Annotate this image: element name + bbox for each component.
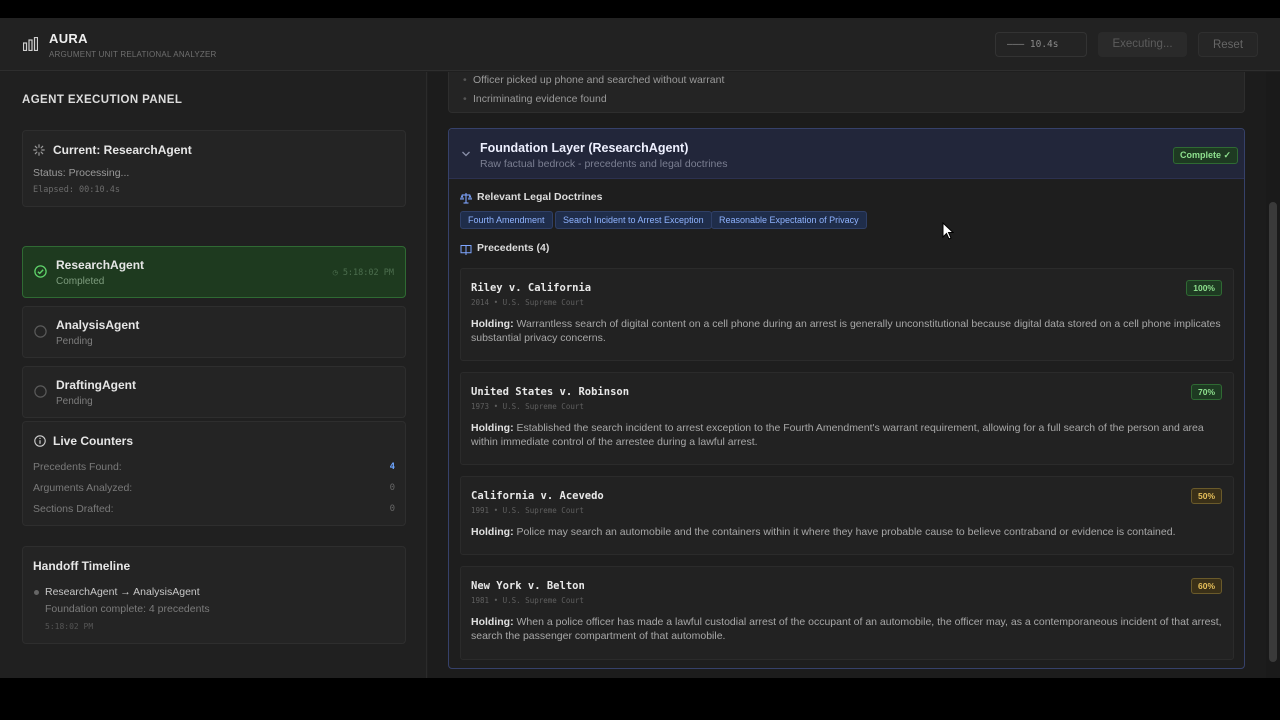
agent-time: 5:18:02 PM xyxy=(342,268,394,278)
agent-completed-time: ◷ 5:18:02 PM xyxy=(333,268,394,278)
layer-subtitle: Raw factual bedrock - precedents and leg… xyxy=(480,158,728,170)
precedent-holding: Holding: Established the search incident… xyxy=(471,421,1226,449)
layer-header[interactable]: Foundation Layer (ResearchAgent) Raw fac… xyxy=(449,129,1244,179)
agent-name: ResearchAgent xyxy=(56,258,145,272)
live-counters-card: Live Counters Precedents Found: 4 Argume… xyxy=(22,421,406,526)
doctrines-title: Relevant Legal Doctrines xyxy=(477,191,603,203)
counter-row: Sections Drafted: 0 xyxy=(33,503,395,515)
counter-value: 4 xyxy=(389,462,395,472)
holding-text: Police may search an automobile and the … xyxy=(513,526,1176,538)
foundation-layer-card: Foundation Layer (ResearchAgent) Raw fac… xyxy=(448,128,1245,669)
precedent-meta: 2014 • U.S. Supreme Court xyxy=(471,298,584,307)
app-subtitle: ARGUMENT UNIT RELATIONAL ANALYZER xyxy=(49,50,217,59)
scrollbar-thumb[interactable] xyxy=(1269,202,1277,662)
facts-card: Officer picked up phone and searched wit… xyxy=(448,72,1245,113)
app-name: AURA xyxy=(49,31,88,46)
agent-name: DraftingAgent xyxy=(56,378,136,392)
reset-button[interactable]: Reset xyxy=(1198,32,1258,57)
counter-label: Arguments Analyzed: xyxy=(33,482,133,494)
handoff-detail: Foundation complete: 4 precedents xyxy=(45,603,210,615)
agent-item-research[interactable]: ResearchAgent Completed ◷ 5:18:02 PM xyxy=(22,246,406,298)
precedent-card[interactable]: New York v. Belton 1981 • U.S. Supreme C… xyxy=(460,566,1234,660)
precedent-meta: 1991 • U.S. Supreme Court xyxy=(471,506,584,515)
relevance-badge: 50% xyxy=(1190,488,1222,504)
handoff-timeline-card: Handoff Timeline ResearchAgent → Analysi… xyxy=(22,546,406,644)
holding-label: Holding: xyxy=(471,318,514,330)
pending-circle-icon xyxy=(34,325,47,338)
scale-icon xyxy=(460,193,472,204)
counter-row: Arguments Analyzed: 0 xyxy=(33,482,395,494)
counters-title: Live Counters xyxy=(53,434,134,448)
holding-text: When a police officer has made a lawful … xyxy=(471,616,1222,642)
doctrine-tag[interactable]: Fourth Amendment xyxy=(460,211,553,229)
precedent-name: California v. Acevedo xyxy=(471,490,604,502)
executing-button[interactable]: Executing... xyxy=(1098,32,1187,57)
agent-name: AnalysisAgent xyxy=(56,318,140,332)
current-agent-status: Status: Processing... xyxy=(33,167,130,179)
handoff-time: 5:18:02 PM xyxy=(45,622,94,631)
complete-badge: Complete ✓ xyxy=(1173,147,1239,164)
layer-title: Foundation Layer (ResearchAgent) xyxy=(480,141,689,155)
precedent-card[interactable]: California v. Acevedo 1991 • U.S. Suprem… xyxy=(460,476,1234,555)
fact-item: Officer picked up phone and searched wit… xyxy=(463,74,724,86)
relevance-badge: 60% xyxy=(1190,578,1222,594)
top-bar: AURA ARGUMENT UNIT RELATIONAL ANALYZER —… xyxy=(0,18,1280,71)
relevance-badge: 100% xyxy=(1186,280,1222,296)
agent-status: Completed xyxy=(56,276,105,287)
holding-label: Holding: xyxy=(471,526,514,538)
vertical-scrollbar[interactable] xyxy=(1266,72,1280,678)
panel-title: AGENT EXECUTION PANEL xyxy=(22,94,183,106)
precedent-meta: 1973 • U.S. Supreme Court xyxy=(471,402,584,411)
pending-circle-icon xyxy=(34,385,47,398)
precedents-title: Precedents (4) xyxy=(477,242,550,254)
elapsed-timer: ——— 10.4s xyxy=(995,32,1087,57)
fact-item: Incriminating evidence found xyxy=(463,93,607,105)
precedent-holding: Holding: When a police officer has made … xyxy=(471,615,1226,643)
counter-value: 0 xyxy=(389,504,395,514)
holding-text: Established the search incident to arres… xyxy=(471,422,1204,448)
current-agent-card: Current: ResearchAgent Status: Processin… xyxy=(22,130,406,207)
mouse-cursor-icon xyxy=(942,222,954,240)
precedent-card[interactable]: Riley v. California 2014 • U.S. Supreme … xyxy=(460,268,1234,361)
timeline-dot xyxy=(34,590,39,595)
holding-label: Holding: xyxy=(471,422,514,434)
holding-label: Holding: xyxy=(471,616,514,628)
spinner-icon xyxy=(33,144,45,156)
agent-item-analysis[interactable]: AnalysisAgent Pending xyxy=(22,306,406,358)
counter-label: Sections Drafted: xyxy=(33,503,114,515)
main-content: Officer picked up phone and searched wit… xyxy=(428,72,1266,678)
chevron-down-icon[interactable] xyxy=(461,150,471,158)
bar-chart-icon xyxy=(23,37,38,51)
agent-item-drafting[interactable]: DraftingAgent Pending xyxy=(22,366,406,418)
holding-text: Warrantless search of digital content on… xyxy=(471,318,1221,344)
precedent-holding: Holding: Warrantless search of digital c… xyxy=(471,317,1226,345)
current-agent-elapsed: Elapsed: 00:10.4s xyxy=(33,185,120,195)
app-window: AURA ARGUMENT UNIT RELATIONAL ANALYZER —… xyxy=(0,18,1280,678)
check-circle-icon xyxy=(34,265,47,278)
doctrine-tag[interactable]: Reasonable Expectation of Privacy xyxy=(711,211,867,229)
current-agent-title: Current: ResearchAgent xyxy=(53,143,192,157)
relevance-badge: 70% xyxy=(1190,384,1222,400)
precedent-name: Riley v. California xyxy=(471,282,592,294)
counter-row: Precedents Found: 4 xyxy=(33,461,395,473)
clock-icon: ◷ xyxy=(332,268,338,278)
book-icon xyxy=(460,245,472,255)
info-icon xyxy=(34,435,46,447)
agent-execution-panel: AGENT EXECUTION PANEL Current: ResearchA… xyxy=(0,72,427,678)
agent-status: Pending xyxy=(56,336,93,347)
precedent-holding: Holding: Police may search an automobile… xyxy=(471,525,1226,539)
handoff-event: ResearchAgent → AnalysisAgent xyxy=(45,586,200,598)
precedent-card[interactable]: United States v. Robinson 1973 • U.S. Su… xyxy=(460,372,1234,465)
doctrine-tag[interactable]: Search Incident to Arrest Exception xyxy=(555,211,712,229)
precedent-name: United States v. Robinson xyxy=(471,386,630,398)
agent-status: Pending xyxy=(56,396,93,407)
precedent-meta: 1981 • U.S. Supreme Court xyxy=(471,596,584,605)
counter-value: 0 xyxy=(389,483,395,493)
counter-label: Precedents Found: xyxy=(33,461,122,473)
precedent-name: New York v. Belton xyxy=(471,580,585,592)
handoff-title: Handoff Timeline xyxy=(33,559,131,573)
